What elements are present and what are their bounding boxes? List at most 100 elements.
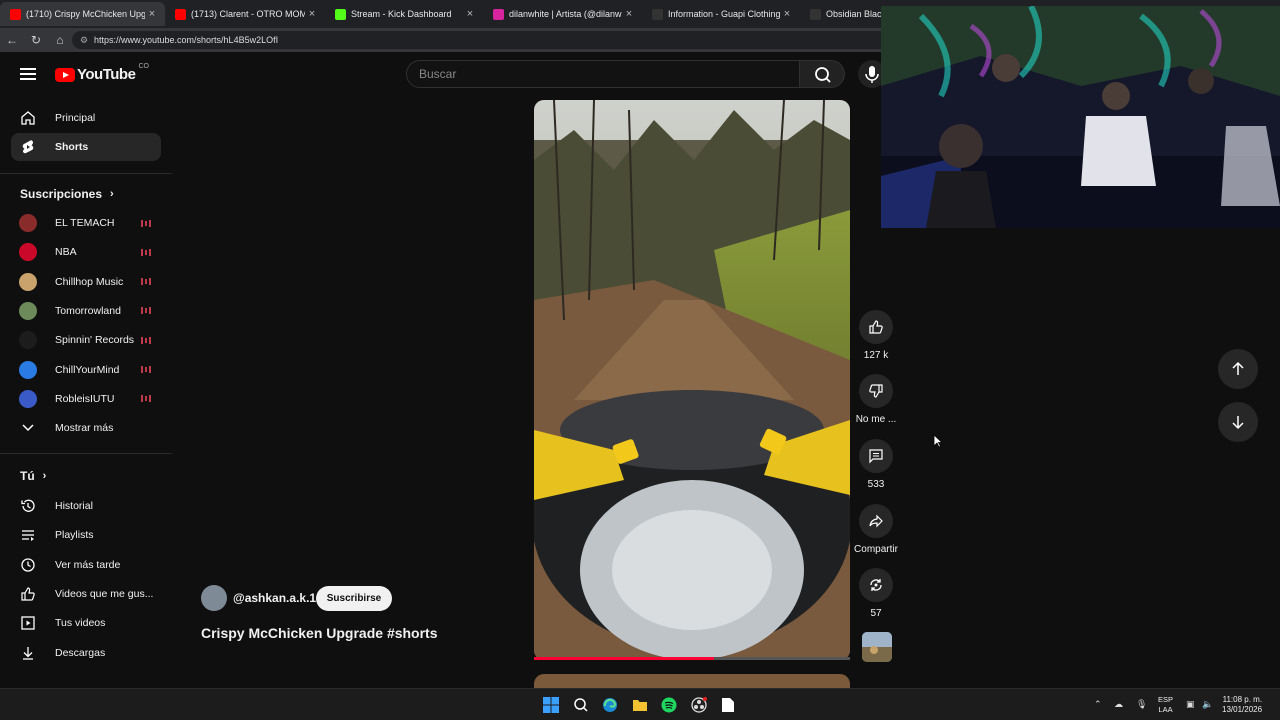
browser-tab[interactable]: (1713) Clarent - OTRO MOMENTO× (165, 2, 325, 26)
channel-name[interactable]: @ashkan.a.k.1 (233, 591, 316, 605)
tab-title: (1713) Clarent - OTRO MOMENTO (191, 9, 305, 19)
back-icon[interactable]: ← (4, 32, 20, 48)
windows-start-icon[interactable] (542, 696, 560, 714)
subscriptions-heading[interactable]: Suscripciones › (20, 187, 114, 201)
show-more-label: Mostrar más (55, 422, 114, 434)
language-indicator[interactable]: ESP LAA (1158, 695, 1173, 715)
arrow-up-icon (1232, 361, 1244, 375)
sidebar-subscription-item[interactable]: Chillhop Music (11, 268, 161, 296)
like-count: 127 k (863, 350, 889, 361)
search-input[interactable]: Buscar (406, 60, 800, 88)
system-clock[interactable]: 11:08 p. m. 13/01/2026 (1222, 695, 1262, 715)
sidebar-item-historial[interactable]: Historial (11, 492, 161, 520)
sidebar-item-label: NBA (55, 246, 77, 259)
sound-thumbnail[interactable] (862, 632, 892, 662)
file-explorer-icon[interactable] (631, 696, 649, 714)
sidebar-item-videos-que-me-gus[interactable]: Videos que me gus... (11, 580, 161, 608)
language-code: ESP (1158, 695, 1174, 704)
sidebar-item-playlists[interactable]: Playlists (11, 521, 161, 549)
volume-icon[interactable]: 🔈 (1202, 699, 1213, 710)
video-progress-bar[interactable] (534, 657, 850, 660)
sidebar-subscription-item[interactable]: RobleisIUTU (11, 385, 161, 413)
like-button[interactable] (859, 310, 893, 344)
home-browser-icon[interactable]: ⌂ (52, 32, 68, 48)
network-icon[interactable]: ▣ (1186, 699, 1195, 710)
browser-tab[interactable]: (1710) Crispy McChicken Upg × (0, 2, 165, 26)
channel-avatar[interactable] (201, 585, 227, 611)
tab-favicon-icon (652, 8, 663, 20)
browser-tab[interactable]: Stream - Kick Dashboard × (325, 2, 483, 26)
thumbs-up-icon (869, 320, 883, 334)
short-title[interactable]: Crispy McChicken Upgrade #shorts (201, 625, 438, 641)
next-short-button[interactable] (1218, 402, 1258, 442)
taskbar-search-icon[interactable] (572, 696, 590, 714)
tab-favicon-icon (10, 8, 21, 20)
browser-tab[interactable]: Information - Guapi Clothing - Ch× (642, 2, 800, 26)
search-button[interactable] (799, 60, 845, 88)
sidebar-subscription-item[interactable]: Tomorrowland (11, 297, 161, 325)
reload-icon[interactable]: ↻ (28, 32, 44, 48)
sidebar-item-tus-videos[interactable]: Tus videos (11, 609, 161, 637)
share-action[interactable]: Compartir (848, 504, 904, 555)
sidebar-item-ver-m-s-tarde[interactable]: Ver más tarde (11, 551, 161, 579)
onedrive-icon[interactable]: ☁ (1114, 699, 1123, 710)
show-more-button[interactable]: Mostrar más (11, 414, 161, 442)
channel-avatar (19, 331, 37, 350)
share-label: Compartir (854, 544, 898, 555)
sidebar-item-label: Spinnin' Records (55, 334, 135, 347)
tab-close-icon[interactable]: × (622, 8, 636, 20)
obs-studio-icon[interactable] (690, 696, 708, 714)
next-short-preview[interactable] (534, 674, 850, 688)
channel-avatar (19, 243, 37, 262)
site-info-icon[interactable]: ⚙ (80, 31, 88, 49)
subscribe-button[interactable]: Suscribirse (316, 586, 392, 611)
previous-short-button[interactable] (1218, 349, 1258, 389)
url-text: https://www.youtube.com/shorts/hL4B5w2LO… (94, 35, 279, 45)
short-video-player[interactable] (534, 100, 850, 660)
tray-chevron-up-icon[interactable]: ⌃ (1094, 699, 1102, 710)
channel-avatar (19, 360, 37, 379)
sidebar-item-label: Historial (55, 500, 93, 512)
sidebar-item-shorts[interactable]: Shorts (11, 133, 161, 161)
sidebar-subscription-item[interactable]: ChillYourMind (11, 356, 161, 384)
tab-favicon-icon (493, 8, 504, 20)
remix-button[interactable] (859, 568, 893, 602)
comment-count: 533 (867, 479, 885, 490)
edge-browser-icon[interactable] (601, 696, 619, 714)
mouse-cursor (933, 434, 943, 448)
spotify-icon[interactable] (660, 696, 678, 714)
sidebar-item-label: Ver más tarde (55, 558, 121, 571)
youtube-logo[interactable]: YouTube CO (55, 63, 149, 83)
sidebar-subscription-item[interactable]: Spinnin' Records (11, 326, 161, 354)
channel-avatar (19, 389, 37, 408)
sidebar-item-principal[interactable]: Principal (11, 104, 161, 132)
sidebar-item-label: Playlists (55, 529, 94, 542)
tab-close-icon[interactable]: × (463, 8, 477, 20)
microphone-tray-icon[interactable]: 🎙 (1136, 699, 1147, 710)
sound-thumbnail-image (862, 632, 892, 662)
browser-tab[interactable]: Obsidian Black E (800, 2, 882, 26)
like-action[interactable]: 127 k (848, 310, 904, 361)
tab-close-icon[interactable]: × (305, 8, 319, 20)
share-button[interactable] (859, 504, 893, 538)
video-icon (19, 615, 37, 631)
tab-close-icon[interactable]: × (145, 8, 159, 20)
tab-close-icon[interactable]: × (780, 8, 794, 20)
search-icon (815, 67, 831, 83)
document-icon[interactable] (719, 696, 737, 714)
you-heading[interactable]: Tú › (20, 469, 46, 483)
address-bar[interactable]: ⚙ https://www.youtube.com/shorts/hL4B5w2… (72, 31, 892, 49)
comments-action[interactable]: 533 (848, 439, 904, 490)
remix-action[interactable]: 57 (848, 568, 904, 619)
live-indicator-icon (141, 336, 151, 344)
sidebar-item-descargas[interactable]: Descargas (11, 639, 161, 667)
dislike-action[interactable]: No me ... (848, 374, 904, 425)
live-indicator-icon (141, 366, 151, 373)
comments-button[interactable] (859, 439, 893, 473)
hamburger-menu-icon[interactable] (20, 68, 36, 80)
dislike-button[interactable] (859, 374, 893, 408)
browser-tab[interactable]: dilanwhite | Artista (@dilanwhitee)× (483, 2, 642, 26)
tab-title: Obsidian Black E (826, 9, 882, 19)
sidebar-subscription-item[interactable]: NBA (11, 238, 161, 266)
sidebar-subscription-item[interactable]: EL TEMACH (11, 209, 161, 237)
